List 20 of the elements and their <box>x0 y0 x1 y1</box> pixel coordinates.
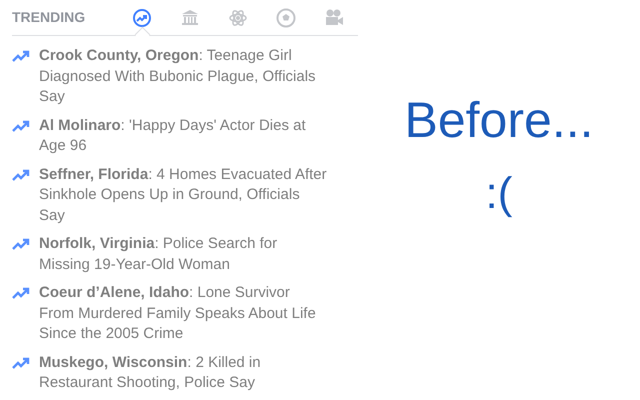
trending-icon <box>132 8 152 28</box>
ball-icon <box>276 8 296 28</box>
trending-headline[interactable]: Crook County, Oregon: Teenage Girl Diagnosed With Bubonic Plague, Officials Say <box>39 46 329 108</box>
trending-headline[interactable]: Al Molinaro: 'Happy Days' Actor Dies at Age 96 <box>39 116 329 156</box>
trending-icon <box>12 287 32 301</box>
camera-icon <box>324 8 344 28</box>
trending-headline[interactable]: Coeur d’Alene, Idaho: Lone Survivor From Murdered Family Speaks About Life Since the 2005 Crime <box>39 283 329 344</box>
trending-headline[interactable]: Seffner, Florida: 4 Homes Evacuated After Sinkhole Opens Up in Ground, Officials Say <box>39 164 329 226</box>
atom-icon <box>228 8 248 28</box>
trending-icon <box>12 168 32 182</box>
trending-icon <box>12 50 32 64</box>
building-icon <box>180 8 200 28</box>
caption-title: Before... <box>404 95 594 145</box>
trending-headline[interactable]: Norfolk, Virginia: Police Search for Missing 19-Year-Old Woman <box>39 234 329 275</box>
sad-face-text: :( <box>486 172 512 216</box>
trending-icon <box>12 120 32 134</box>
trending-icon <box>12 238 32 252</box>
section-title: TRENDING <box>12 8 86 27</box>
trending-icon <box>12 356 32 370</box>
trending-headline[interactable]: Muskego, Wisconsin: 2 Killed in Restaurant Shooting, Police Say <box>39 352 329 394</box>
